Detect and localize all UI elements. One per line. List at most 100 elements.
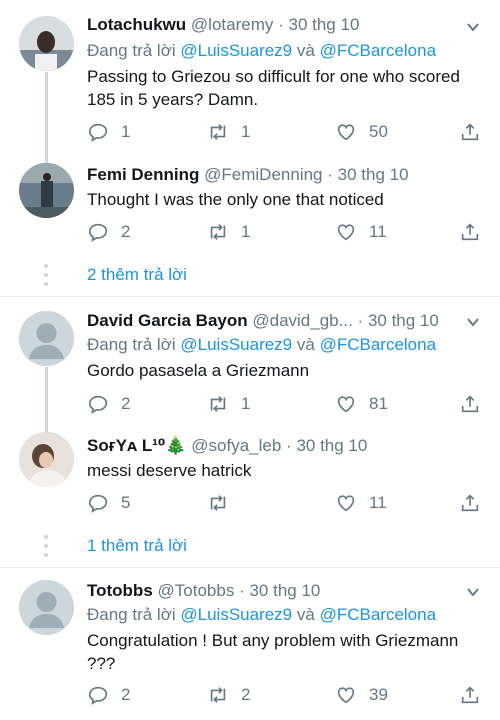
reply-and: và [296,335,315,354]
mention-link[interactable]: @LuisSuarez9 [180,605,292,624]
reply-and: và [296,41,315,60]
retweet-count: 2 [241,685,251,704]
chevron-down-icon[interactable] [466,585,480,599]
mention-link[interactable]: @FCBarcelona [320,41,436,60]
reply-button[interactable]: 2 [87,683,130,707]
show-more-replies[interactable]: 2 thêm trả lời [0,258,500,298]
like-button[interactable]: 11 [335,491,387,515]
like-count: 11 [369,222,387,241]
chevron-down-icon[interactable] [466,20,480,34]
share-button[interactable] [459,683,481,707]
ellipsis-dots [44,264,49,291]
replying-to: Đang trả lời @LuisSuarez9 và @FCBarcelon… [87,334,436,356]
tweet-date[interactable]: 30 thg 10 [296,436,367,455]
reply-icon [88,223,108,242]
tweet-date[interactable]: 30 thg 10 [249,581,320,600]
avatar[interactable] [19,580,74,635]
reply-count: 5 [121,493,131,512]
display-name[interactable]: Femi Denning [87,165,199,184]
like-count: 50 [369,122,388,141]
avatar[interactable] [19,163,74,218]
tweet-actions: 2 2 39 [87,683,487,707]
reply-icon [88,494,108,513]
chevron-down-icon[interactable] [466,315,480,329]
share-icon [461,494,479,512]
heart-icon [337,687,355,704]
tweet: SᴏғYᴀ L¹⁰🎄 @sofya_leb · 30 thg 10 messi … [0,432,500,532]
more-replies-link[interactable]: 1 thêm trả lời [87,536,187,556]
retweet-button[interactable]: 1 [207,220,250,244]
display-name[interactable]: David Garcia Bayon [87,311,248,330]
display-name[interactable]: Totobbs [87,581,153,600]
share-icon [461,123,479,141]
tweet-text: Thought I was the only one that noticed [87,190,384,209]
mention-link[interactable]: @FCBarcelona [320,605,436,624]
tweet-date[interactable]: 30 thg 10 [289,15,360,34]
thread-line [45,72,48,164]
avatar[interactable] [19,311,74,366]
like-count: 11 [369,493,387,512]
tweet-header: Femi Denning @FemiDenning · 30 thg 10 [87,164,480,186]
reply-button[interactable]: 2 [87,392,130,416]
like-button[interactable]: 11 [335,220,387,244]
share-button[interactable] [459,392,481,416]
show-more-replies[interactable]: 1 thêm trả lời [0,529,500,569]
tweet-header: David Garcia Bayon @david_gb... · 30 thg… [87,310,480,332]
reply-count: 2 [121,685,131,704]
user-handle[interactable]: @Totobbs [158,581,235,600]
tweet-date[interactable]: 30 thg 10 [368,311,439,330]
mention-link[interactable]: @LuisSuarez9 [180,335,292,354]
mention-link[interactable]: @LuisSuarez9 [180,41,292,60]
reply-prefix: Đang trả lời [87,41,176,60]
tweet: Totobbs @Totobbs · 30 thg 10 Đang trả lờ… [0,568,500,720]
retweet-button[interactable]: 2 [207,683,250,707]
reply-count: 2 [121,222,131,241]
tweet-date[interactable]: 30 thg 10 [338,165,409,184]
separator: · [327,165,333,184]
retweet-count: 1 [241,222,251,241]
share-button[interactable] [459,491,481,515]
user-handle[interactable]: @lotaremy [191,15,273,34]
retweet-count: 1 [241,394,251,413]
retweet-icon [210,687,226,703]
share-icon [461,223,479,241]
reply-button[interactable]: 5 [87,491,130,515]
tweet-actions: 2 1 11 [87,220,487,244]
reply-button[interactable]: 1 [87,120,130,144]
tweet: Lotachukwu @lotaremy · 30 thg 10 Đang tr… [0,0,500,164]
reply-button[interactable]: 2 [87,220,130,244]
like-button[interactable]: 39 [335,683,388,707]
user-handle[interactable]: @FemiDenning [204,165,322,184]
ellipsis-dots [44,535,49,562]
retweet-button[interactable]: 1 [207,392,250,416]
like-button[interactable]: 50 [335,120,388,144]
share-button[interactable] [459,220,481,244]
retweet-icon [210,124,226,140]
display-name[interactable]: Lotachukwu [87,15,186,34]
retweet-button[interactable]: 1 [207,120,250,144]
user-handle[interactable]: @sofya_leb [191,436,281,455]
avatar[interactable] [19,432,74,487]
share-icon [461,395,479,413]
tweet-text: Gordo pasasela a Griezmann [87,361,310,380]
replying-to: Đang trả lời @LuisSuarez9 và @FCBarcelon… [87,604,436,626]
retweet-button[interactable] [207,491,229,515]
reply-count: 2 [121,394,131,413]
share-button[interactable] [459,120,481,144]
like-button[interactable]: 81 [335,392,388,416]
separator: · [278,15,284,34]
user-handle[interactable]: @david_gb... [252,311,352,330]
like-count: 81 [369,394,388,413]
more-replies-link[interactable]: 2 thêm trả lời [87,265,187,285]
display-name[interactable]: SᴏғYᴀ L¹⁰🎄 [87,436,187,455]
mention-link[interactable]: @FCBarcelona [320,335,436,354]
tweet-text: messi deserve hatrick [87,461,252,480]
retweet-icon [210,224,226,240]
avatar[interactable] [19,16,74,71]
reply-icon [88,123,108,142]
reply-icon [88,686,108,705]
heart-icon [337,495,355,512]
reply-and: và [296,605,315,624]
separator: · [286,436,292,455]
tweet-header: Lotachukwu @lotaremy · 30 thg 10 [87,14,480,36]
